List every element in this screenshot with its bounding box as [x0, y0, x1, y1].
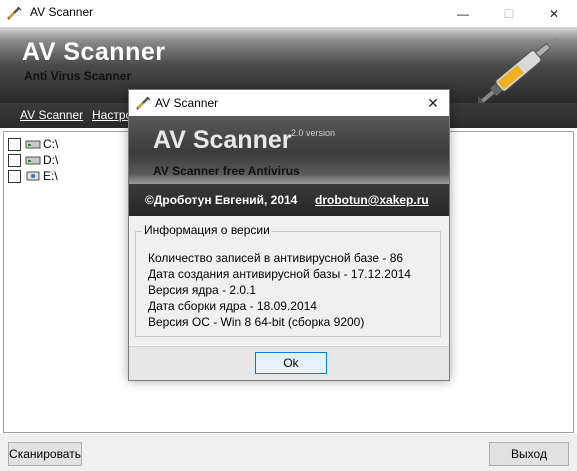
dialog-banner-title: AV Scanner	[153, 126, 292, 154]
info-line: Версия ядра - 2.0.1	[148, 283, 257, 297]
about-dialog: AV Scanner ✕ AV Scanner 2.0 version AV S…	[128, 89, 450, 381]
group-title: Информация о версии	[142, 223, 272, 237]
drive-item[interactable]: D:\	[8, 152, 58, 168]
dialog-close-button[interactable]: ✕	[417, 90, 449, 116]
drive-label: D:\	[43, 153, 59, 167]
copyright-text: ©Дроботун Евгений, 2014	[145, 193, 298, 207]
bottom-bar: Сканировать Выход	[0, 434, 577, 471]
hard-drive-icon	[25, 140, 41, 149]
app-syringe-icon	[136, 96, 151, 110]
close-button[interactable]: ✕	[531, 0, 577, 27]
drive-label: E:\	[43, 169, 58, 183]
dialog-banner: AV Scanner 2.0 version AV Scanner free A…	[129, 116, 449, 184]
drive-checkbox[interactable]	[8, 137, 21, 151]
drive-label: C:\	[43, 137, 59, 151]
version-label: 2.0 version	[291, 128, 336, 138]
drive-item[interactable]: E:\	[8, 168, 58, 184]
dialog-titlebar: AV Scanner ✕	[129, 90, 449, 116]
maximize-button[interactable]: ☐	[486, 0, 532, 27]
dialog-banner-subtitle: AV Scanner free Antivirus	[153, 164, 300, 178]
banner-title: AV Scanner	[22, 38, 166, 66]
minimize-button[interactable]: —	[440, 0, 486, 27]
dialog-footer: Ok	[129, 346, 449, 380]
info-line: Версия ОС - Win 8 64-bit (сборка 9200)	[148, 315, 365, 329]
exit-button[interactable]: Выход	[489, 442, 569, 466]
menu-item-av-scanner[interactable]: AV Scanner	[20, 108, 83, 122]
syringe-icon	[478, 37, 559, 103]
info-line: Дата сборки ядра - 18.09.2014	[148, 299, 317, 313]
menu-item-settings[interactable]: Настро	[92, 108, 132, 122]
main-titlebar: AV Scanner — ☐ ✕	[0, 0, 577, 27]
info-line: Количество записей в антивирусной базе -…	[148, 251, 404, 265]
drive-checkbox[interactable]	[8, 169, 21, 183]
app-syringe-icon	[7, 6, 22, 20]
dialog-title: AV Scanner	[155, 96, 219, 110]
scan-button[interactable]: Сканировать	[8, 442, 82, 466]
copyright-bar: ©Дроботун Евгений, 2014 drobotun@xakep.r…	[129, 184, 449, 216]
usb-drive-icon	[26, 171, 40, 181]
version-info-group: Информация о версии Количество записей в…	[135, 223, 441, 337]
drive-checkbox[interactable]	[8, 153, 21, 167]
window-title: AV Scanner	[30, 5, 94, 19]
banner-subtitle: Anti Virus Scanner	[24, 69, 132, 83]
hard-drive-icon	[25, 156, 41, 165]
email-link[interactable]: drobotun@xakep.ru	[315, 193, 429, 207]
drive-item[interactable]: C:\	[8, 136, 58, 152]
info-line: Дата создания антивирусной базы - 17.12.…	[148, 267, 411, 281]
ok-button[interactable]: Ok	[255, 352, 327, 374]
